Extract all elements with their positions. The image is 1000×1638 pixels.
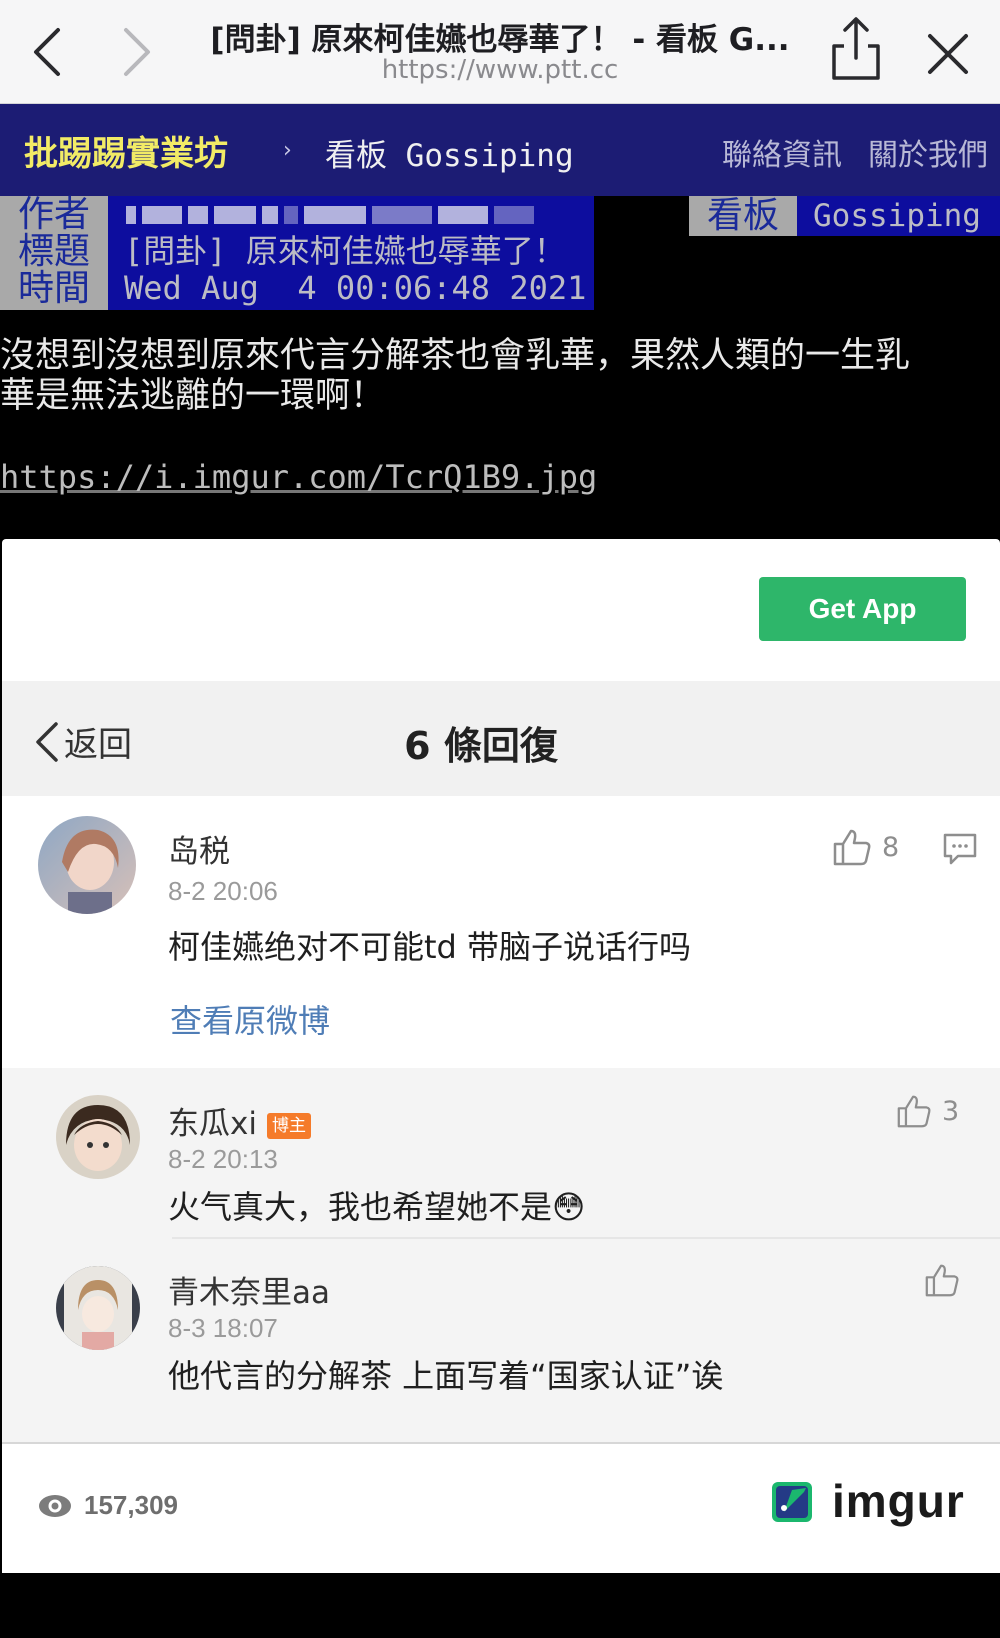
like-button: 8 — [832, 828, 899, 866]
main-comment: 岛税 8-2 20:06 柯佳嬿绝对不可能td 带脑子说话行吗 查看原微博 8 — [2, 796, 1000, 1068]
embedded-screenshot[interactable]: 返回 6 條回復 岛税 8-2 20:06 柯佳嬿绝对不可能td 带脑子说话行吗… — [2, 681, 1000, 1443]
reply-text: 他代言的分解茶 上面写着“国家认证”诶 — [168, 1357, 724, 1395]
comment-time: 8-2 20:06 — [168, 876, 278, 906]
comment-text: 柯佳嬿绝对不可能td 带脑子说话行吗 — [168, 928, 692, 966]
comment-reply-button — [942, 832, 978, 870]
contact-link[interactable]: 聯絡資訊 — [722, 130, 842, 174]
replies-header: 返回 6 條回復 — [2, 681, 1000, 797]
imgur-wordmark: imgur — [832, 1475, 965, 1527]
metadata-values: [問卦] 原來柯佳嬿也辱華了！ Wed Aug 4 00:06:48 2021 — [108, 196, 594, 310]
share-icon — [832, 17, 880, 80]
like-count: 8 — [882, 831, 900, 863]
body-line: 華是無法逃離的一環啊！ — [0, 376, 386, 416]
article-metadata: 作者 標題 時間 [問卦] 原來柯佳嬿也辱華了！ Wed Aug 4 00:06… — [0, 196, 1000, 310]
embed-footer: 157,309 imgur — [2, 1442, 1000, 1573]
browser-toolbar: [問卦] 原來柯佳嬿也辱華了！ - 看板 G... https://www.pt… — [0, 0, 1000, 104]
blogger-badge: 博主 — [266, 1112, 311, 1139]
view-original-link: 查看原微博 — [170, 1002, 331, 1040]
metadata-tags: 作者 標題 時間 — [0, 196, 108, 310]
avatar — [56, 1095, 140, 1179]
thumbs-up-icon — [897, 1095, 931, 1128]
imgur-logo[interactable]: imgur — [770, 1474, 965, 1528]
thumbs-up-icon — [925, 1264, 959, 1297]
like-button: 3 — [896, 1094, 959, 1128]
reply-username: 青木奈里aa — [168, 1275, 330, 1311]
view-count: 157,309 — [38, 1490, 178, 1521]
board-tag: 看板 — [689, 196, 797, 236]
chevron-left-icon — [34, 28, 60, 76]
board-breadcrumb-link[interactable]: 看板 Gossiping — [325, 130, 574, 175]
eye-icon — [39, 1494, 71, 1517]
divider — [172, 1237, 1000, 1239]
back-button[interactable] — [22, 22, 78, 82]
avatar — [38, 816, 136, 914]
imgur-logo-icon — [772, 1482, 812, 1522]
avatar — [56, 1266, 140, 1350]
reply-time: 8-2 20:13 — [168, 1144, 278, 1174]
title-tag: 標題 — [17, 231, 90, 272]
reply-text: 火气真大，我也希望她不是😳 — [168, 1188, 586, 1226]
article-time: Wed Aug 4 00:06:48 2021 — [124, 269, 587, 307]
breadcrumb-separator: › — [283, 138, 292, 163]
imgur-embed: Get App 返回 6 條回復 岛税 8-2 20:06 柯佳嬿绝对不可能td… — [2, 539, 1000, 1573]
page-title: [問卦] 原來柯佳嬿也辱華了！ - 看板 G... — [210, 22, 790, 58]
comment-bubble-icon — [943, 833, 977, 865]
like-count: 3 — [942, 1095, 960, 1127]
body-line: 沒想到沒想到原來代言分解茶也會乳華，果然人類的一生乳 — [0, 336, 911, 376]
comment-username: 岛税 — [168, 834, 230, 870]
chevron-right-icon — [124, 28, 150, 76]
share-button[interactable] — [826, 14, 886, 84]
article-body: 沒想到沒想到原來代言分解茶也會乳華，果然人類的一生乳 華是無法逃離的一環啊！ — [0, 336, 1000, 416]
site-brand-link[interactable]: 批踢踢實業坊 — [24, 126, 228, 175]
about-link[interactable]: 關於我們 — [868, 130, 988, 174]
ptt-header: 批踢踢實業坊 › 看板 Gossiping 聯絡資訊 關於我們 — [0, 104, 1000, 196]
reply-username-text: 东瓜xi — [168, 1106, 257, 1142]
author-tag: 作者 — [17, 194, 90, 235]
like-button — [924, 1263, 960, 1297]
reply-count-title: 6 條回復 — [404, 724, 558, 768]
forward-button[interactable] — [110, 22, 166, 82]
article-title: [問卦] 原來柯佳嬿也辱華了！ — [124, 232, 566, 270]
board-value: Gossiping — [797, 196, 1000, 236]
thumbs-up-icon — [833, 829, 871, 866]
replies-list: 东瓜xi 博主 8-2 20:13 火气真大，我也希望她不是😳 3 青木奈里aa… — [2, 1068, 1000, 1443]
get-app-button[interactable]: Get App — [759, 577, 966, 641]
reply-username: 东瓜xi 博主 — [168, 1098, 311, 1143]
address-bar[interactable]: https://www.ptt.cc — [170, 55, 830, 85]
reply-time: 8-3 18:07 — [168, 1313, 278, 1343]
close-button[interactable] — [920, 26, 976, 82]
close-icon — [928, 34, 968, 74]
author-value-redacted — [124, 196, 594, 233]
view-count-value: 157,309 — [84, 1490, 178, 1520]
image-link[interactable]: https://i.imgur.com/TcrQ1B9.jpg — [0, 458, 597, 496]
time-tag: 時間 — [17, 268, 90, 309]
